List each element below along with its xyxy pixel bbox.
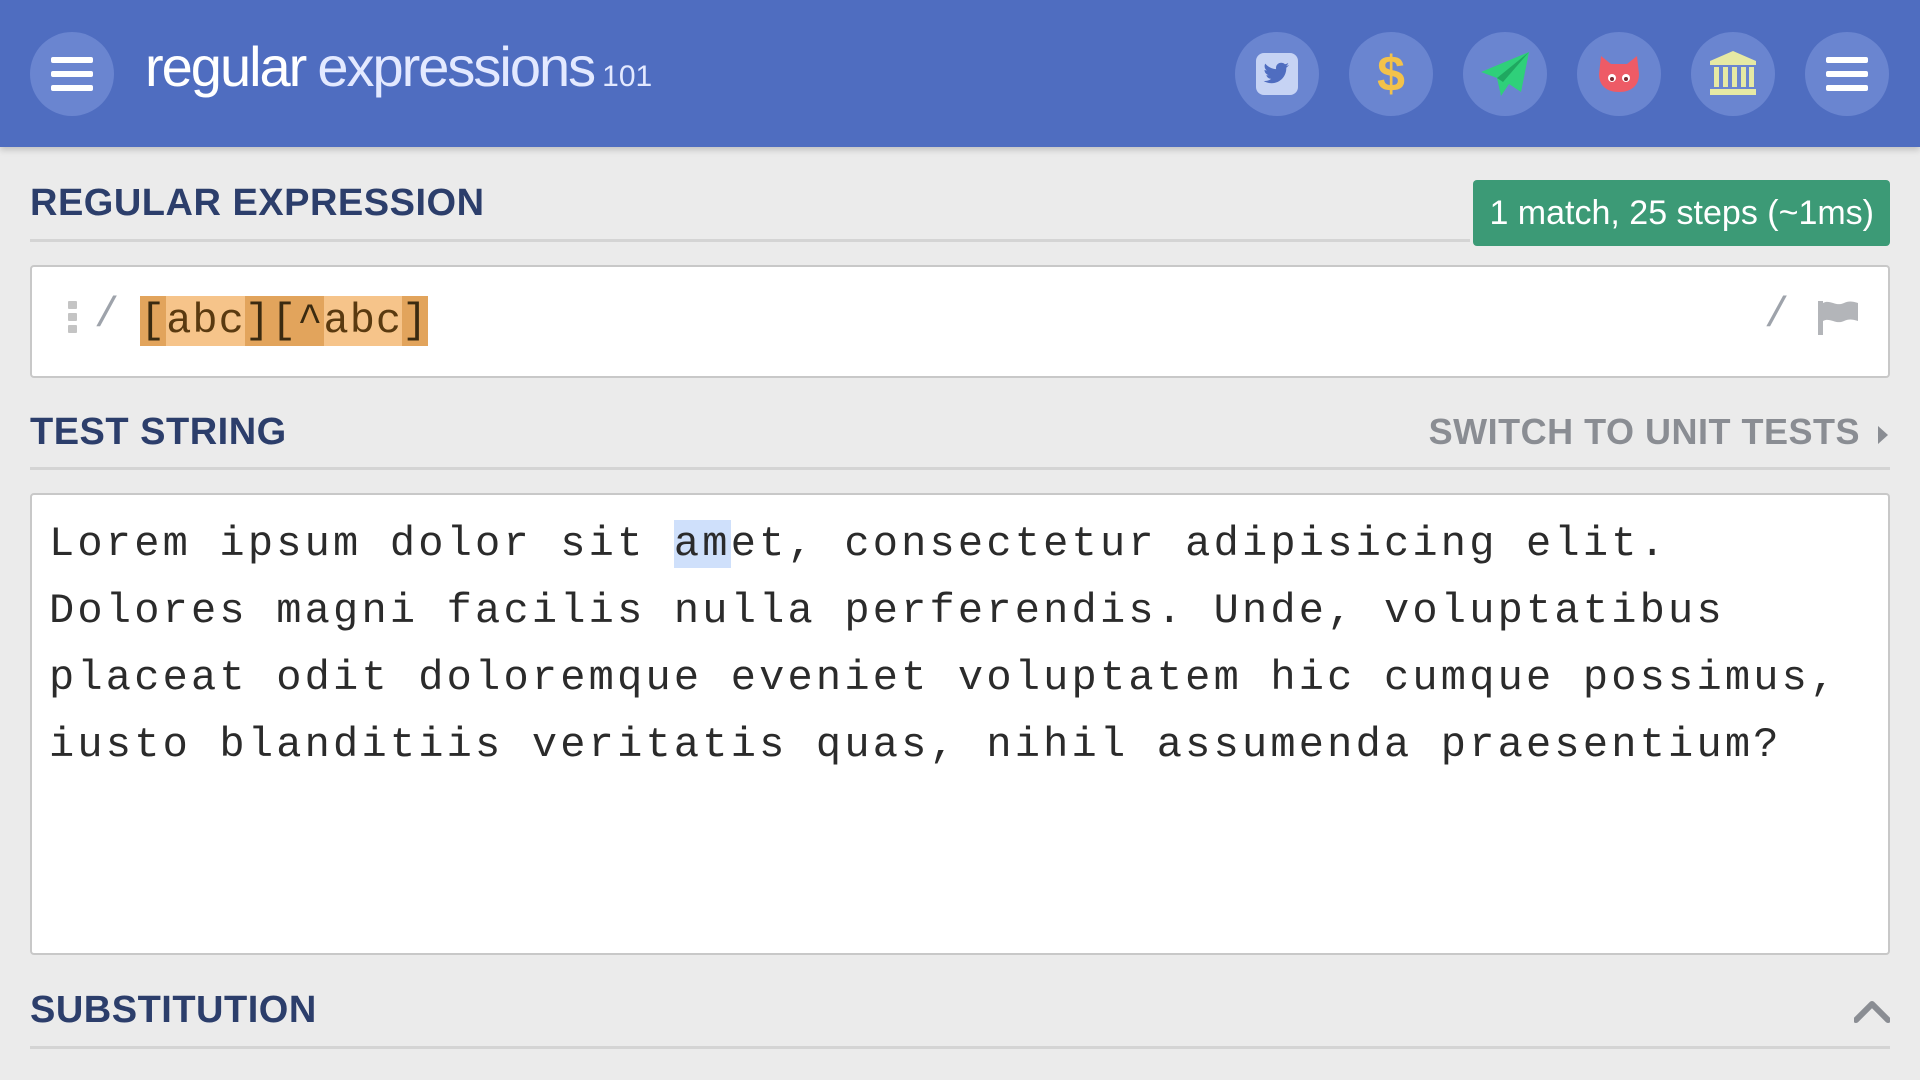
donate-button[interactable]: $ bbox=[1349, 32, 1433, 116]
regex-section-divider bbox=[30, 239, 1470, 242]
svg-text:$: $ bbox=[1377, 49, 1405, 99]
library-icon bbox=[1710, 51, 1756, 95]
match-info-badge: 1 match, 25 steps (~1ms) bbox=[1473, 180, 1890, 246]
twitter-button[interactable] bbox=[1235, 32, 1319, 116]
app-logo[interactable]: regular expressions 101 bbox=[145, 34, 652, 99]
regex-token: ] bbox=[402, 296, 429, 346]
regex-token: ^ bbox=[297, 296, 324, 346]
test-text-before: Lorem ipsum dolor sit bbox=[49, 520, 674, 568]
regex-close-delimiter: / bbox=[1764, 291, 1790, 339]
library-button[interactable] bbox=[1691, 32, 1775, 116]
regex-token: abc bbox=[166, 296, 245, 346]
substitution-section-divider bbox=[30, 1046, 1890, 1049]
test-section-divider bbox=[30, 467, 1890, 470]
logo-word-regular: regular bbox=[145, 35, 307, 98]
flags-button[interactable] bbox=[1818, 301, 1858, 340]
chevron-right-icon[interactable] bbox=[1876, 424, 1890, 451]
regex-section-title: REGULAR EXPRESSION bbox=[30, 182, 485, 224]
flag-icon bbox=[1818, 301, 1858, 335]
regex-editor[interactable]: / [abc][^ abc] / bbox=[30, 265, 1890, 378]
dollar-icon: $ bbox=[1377, 49, 1405, 99]
regex-token: [ bbox=[140, 296, 167, 346]
settings-menu-button[interactable] bbox=[1805, 32, 1889, 116]
github-button[interactable] bbox=[1577, 32, 1661, 116]
test-string-editor[interactable]: Lorem ipsum dolor sit amet, consectetur … bbox=[30, 493, 1890, 955]
feedback-button[interactable] bbox=[1463, 32, 1547, 116]
test-string-input[interactable]: Lorem ipsum dolor sit amet, consectetur … bbox=[49, 511, 1871, 779]
sidebar-menu-button[interactable] bbox=[30, 32, 114, 116]
regex-input[interactable]: [abc][^ abc] bbox=[140, 296, 429, 346]
test-string-section-title: TEST STRING bbox=[30, 411, 287, 453]
collapse-substitution-button[interactable] bbox=[1853, 1000, 1891, 1029]
match-highlight: am bbox=[673, 520, 731, 568]
menu-icon bbox=[51, 57, 93, 91]
send-icon bbox=[1481, 52, 1529, 96]
substitution-section-title: SUBSTITUTION bbox=[30, 989, 317, 1031]
twitter-icon bbox=[1256, 53, 1298, 95]
regex-token: abc bbox=[323, 296, 403, 346]
menu-icon bbox=[1826, 57, 1868, 91]
github-icon bbox=[1599, 56, 1639, 92]
regex-token: [ bbox=[271, 296, 298, 346]
logo-version: 101 bbox=[602, 60, 653, 93]
chevron-up-icon bbox=[1853, 1001, 1891, 1023]
regex-open-delimiter: / bbox=[94, 291, 120, 339]
switch-to-unit-tests-link[interactable]: SWITCH TO UNIT TESTS bbox=[1429, 411, 1860, 453]
top-bar: regular expressions 101 $ bbox=[0, 0, 1920, 147]
regex-token: ] bbox=[244, 296, 272, 346]
logo-word-expressions: expressions bbox=[317, 35, 596, 98]
drag-handle-icon[interactable] bbox=[68, 301, 78, 335]
